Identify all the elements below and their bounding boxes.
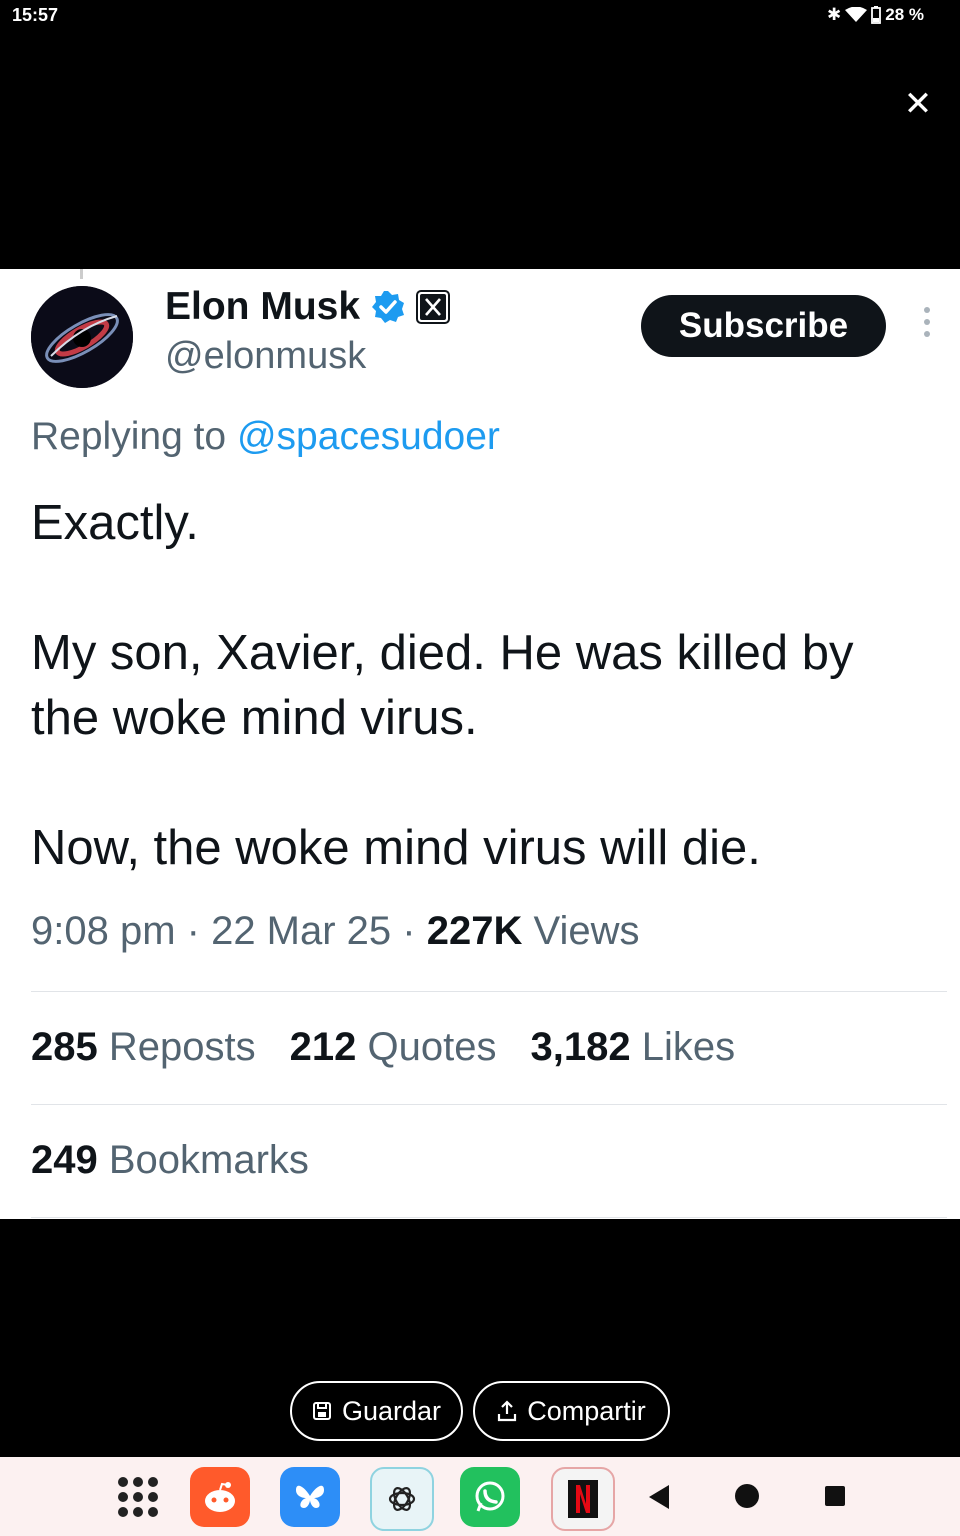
tweet-date[interactable]: 22 Mar 25 (211, 909, 391, 953)
engagement-stats: 285 Reposts 212 Quotes 3,182 Likes (31, 1025, 735, 1070)
share-button[interactable]: Compartir (473, 1381, 670, 1441)
subscribe-button[interactable]: Subscribe (641, 295, 886, 357)
replying-to: Replying to @spacesudoer (31, 415, 500, 458)
thread-line (80, 269, 83, 279)
close-button[interactable]: ✕ (900, 84, 936, 124)
status-bar: 15:57 ✱ 28 % (0, 0, 960, 34)
author-handle[interactable]: @elonmusk (165, 335, 366, 378)
close-icon: ✕ (903, 85, 933, 123)
bookmarks-stat[interactable]: 249 Bookmarks (31, 1138, 309, 1183)
whatsapp-icon[interactable] (460, 1467, 520, 1527)
verified-badge-icon (372, 291, 405, 323)
more-options-icon[interactable] (917, 307, 937, 347)
reddit-icon[interactable] (190, 1467, 250, 1527)
tweet-line: My son, Xavier, died. He was killed by t… (31, 626, 854, 745)
wifi-icon (845, 7, 868, 22)
views-label: Views (533, 909, 640, 953)
navigation-bar (0, 1457, 960, 1536)
battery-percent: 28 % (885, 5, 924, 24)
bluetooth-icon: ✱ (827, 5, 842, 24)
replying-handle-link[interactable]: @spacesudoer (237, 415, 500, 458)
reposts-stat[interactable]: 285 Reposts (31, 1025, 256, 1070)
status-time: 15:57 (12, 5, 59, 25)
views-count: 227K (426, 909, 523, 953)
netflix-icon[interactable] (551, 1467, 615, 1531)
save-icon (312, 1402, 331, 1420)
divider (31, 1104, 947, 1105)
chatgpt-icon[interactable] (370, 1467, 434, 1531)
recents-icon[interactable] (823, 1484, 847, 1508)
tweet-time[interactable]: 9:08 pm (31, 909, 176, 953)
apps-grid-icon[interactable] (118, 1477, 158, 1517)
avatar[interactable] (31, 286, 133, 388)
tweet-line: Now, the woke mind virus will die. (31, 821, 761, 875)
divider (31, 991, 947, 992)
tweet-card: Elon Musk @elonmusk Subscribe Replying t… (0, 269, 960, 1219)
save-button[interactable]: Guardar (290, 1381, 463, 1441)
save-label: Guardar (341, 1395, 442, 1426)
avatar-image (31, 286, 133, 388)
back-icon[interactable] (647, 1483, 671, 1511)
divider (31, 1217, 947, 1218)
battery-icon (871, 6, 882, 24)
author-name[interactable]: Elon Musk (165, 285, 360, 329)
tweet-text: Exactly. My son, Xavier, died. He was ki… (31, 491, 931, 881)
share-label: Compartir (527, 1395, 646, 1426)
x-affiliate-badge-icon (416, 290, 451, 324)
likes-stat[interactable]: 3,182 Likes (530, 1025, 735, 1070)
tweet-line: Exactly. (31, 496, 199, 550)
home-icon[interactable] (734, 1483, 760, 1509)
quotes-stat[interactable]: 212 Quotes (290, 1025, 497, 1070)
tweet-meta: 9:08 pm · 22 Mar 25 · 227K Views (31, 909, 640, 953)
share-icon (498, 1400, 517, 1422)
bluesky-icon[interactable] (280, 1467, 340, 1527)
